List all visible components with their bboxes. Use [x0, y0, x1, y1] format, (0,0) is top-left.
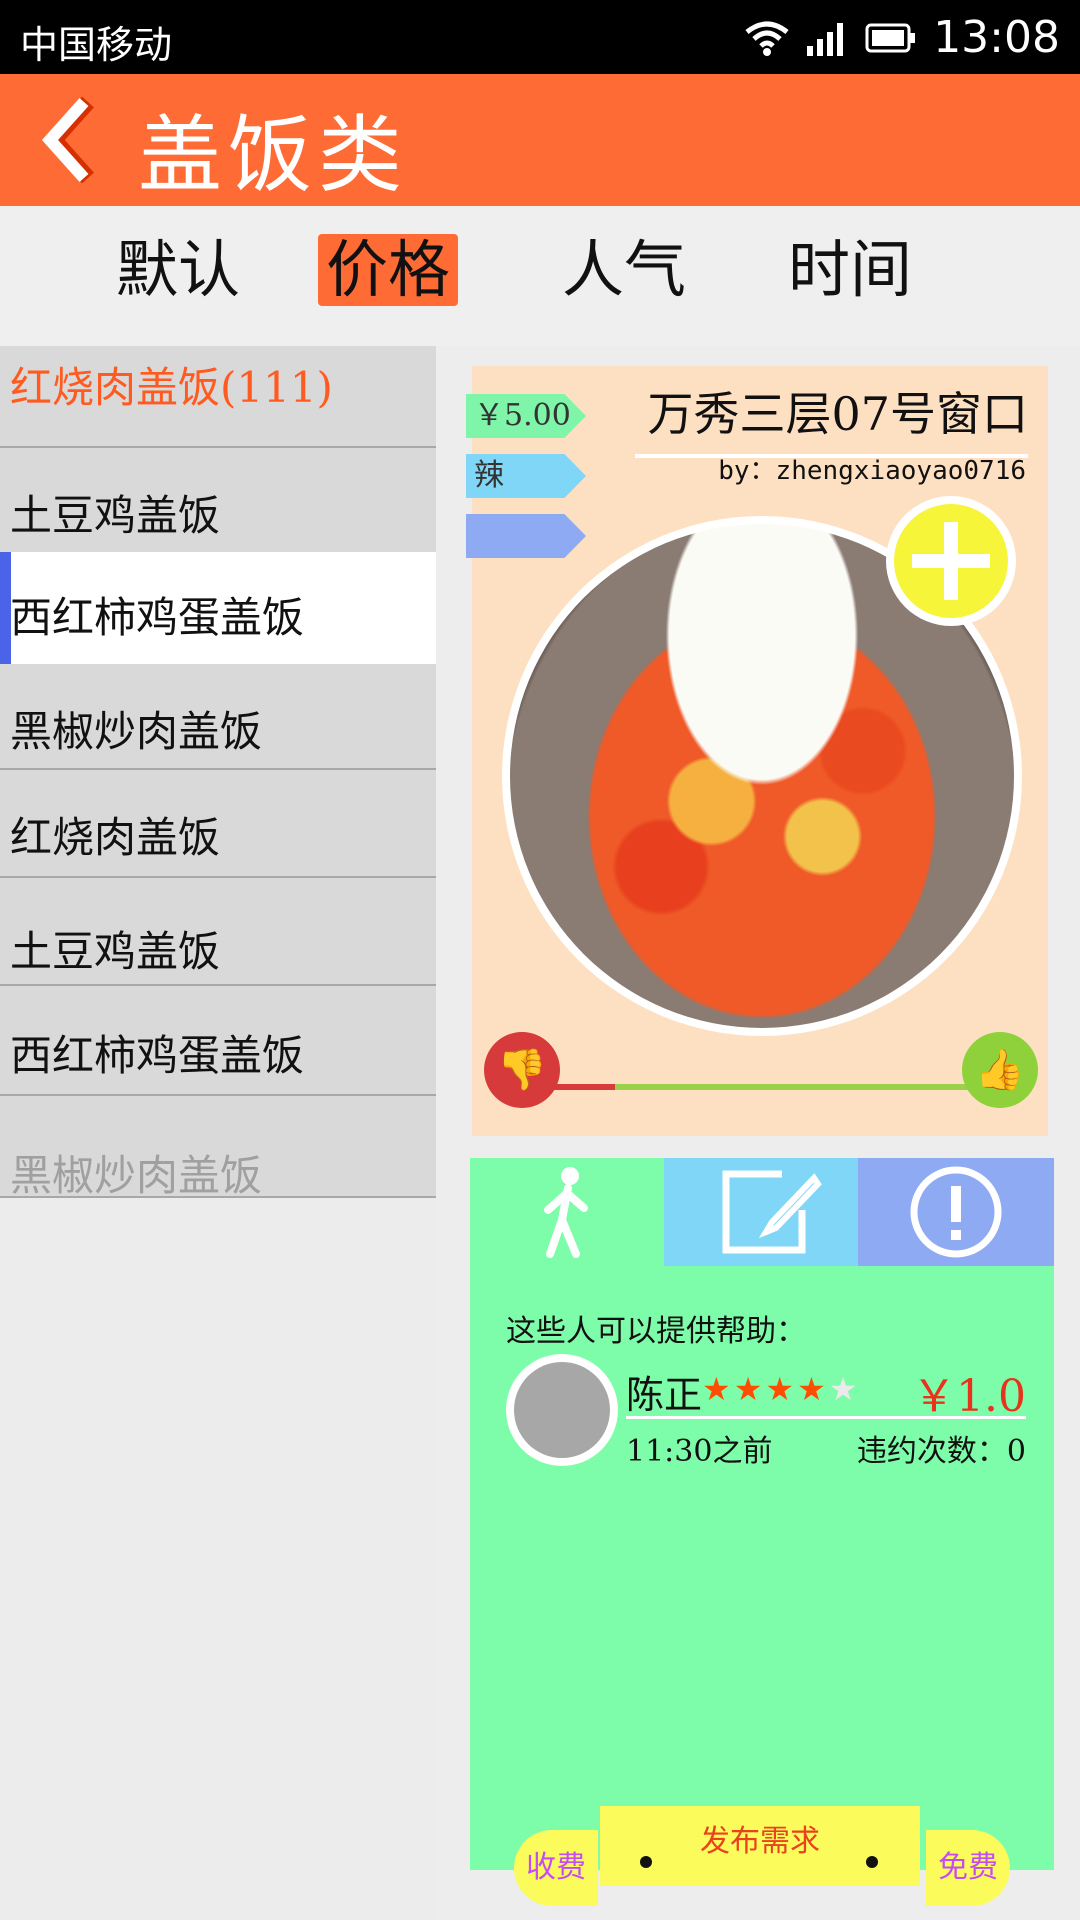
charge-button[interactable]: 收费 — [514, 1830, 598, 1906]
divider — [626, 1416, 1026, 1419]
list-item[interactable]: 土豆鸡盖饭 — [0, 448, 436, 554]
avatar[interactable] — [506, 1354, 618, 1466]
edit-icon — [722, 1170, 822, 1254]
signal-icon — [807, 22, 844, 56]
tab-time[interactable]: 时间 — [780, 234, 920, 306]
star-icon: ★ — [702, 1370, 734, 1408]
list-item[interactable]: 红烧肉盖饭(111) — [0, 346, 436, 448]
help-title: 这些人可以提供帮助： — [506, 1314, 806, 1349]
empty-tag — [466, 514, 586, 558]
shop-name: 万秀三层07号窗口 — [635, 374, 1028, 458]
star-icon: ★ — [828, 1370, 861, 1408]
alert-icon — [910, 1166, 1002, 1258]
dish-list: 红烧肉盖饭(111) 土豆鸡盖饭 西红柿鸡蛋盖饭 黑椒炒肉盖饭 红烧肉盖饭 土豆… — [0, 346, 436, 1920]
helper-name: 陈正 — [626, 1373, 703, 1417]
thumbs-up-icon[interactable]: 👍 — [962, 1032, 1038, 1108]
carrier-name: 中国移动 — [20, 23, 173, 67]
star-icon: ★ — [733, 1370, 766, 1408]
helper-fee: ￥1.0 — [912, 1371, 1026, 1422]
spicy-tag: 辣 — [466, 454, 586, 498]
app-bar: 盖饭类 — [0, 74, 1080, 206]
plus-icon — [894, 504, 1008, 618]
status-bar: 中国移动 13:08 — [0, 0, 1080, 74]
tab-report[interactable] — [858, 1158, 1054, 1266]
walking-person-icon — [544, 1167, 588, 1258]
star-icon: ★ — [797, 1370, 829, 1408]
price-tag: ￥5.00 — [466, 394, 586, 438]
list-item[interactable]: 西红柿鸡蛋盖饭 — [0, 986, 436, 1096]
free-button[interactable]: 免费 — [926, 1830, 1010, 1906]
publish-button[interactable]: 发布需求 — [600, 1806, 920, 1886]
author-label: by：zhengxiaoyao0716 — [718, 456, 1026, 486]
dot-icon — [640, 1856, 652, 1868]
tab-edit[interactable] — [664, 1158, 858, 1266]
status-icons: 13:08 — [745, 12, 1060, 63]
list-item[interactable]: 西红柿鸡蛋盖饭 — [0, 552, 436, 666]
wifi-icon — [745, 21, 789, 56]
page-title: 盖饭类 — [138, 106, 409, 204]
list-item[interactable]: 土豆鸡盖饭 — [0, 878, 436, 986]
sort-tabs: 默认 价格 人气 时间 — [0, 206, 1080, 346]
battery-icon — [865, 23, 916, 52]
list-item[interactable]: 黑椒炒肉盖饭 — [0, 1096, 436, 1200]
tab-popularity[interactable]: 人气 — [554, 234, 694, 306]
tab-walk[interactable] — [470, 1158, 664, 1266]
tab-price[interactable]: 价格 — [318, 234, 459, 306]
publish-label: 发布需求 — [700, 1824, 820, 1859]
rating-stars: ★★★★★ — [702, 1370, 860, 1408]
clock: 13:08 — [933, 12, 1060, 63]
back-arrow-icon[interactable] — [40, 96, 110, 184]
list-item[interactable]: 红烧肉盖饭 — [0, 770, 436, 878]
list-item[interactable]: 黑椒炒肉盖饭 — [0, 664, 436, 770]
dot-icon — [866, 1856, 878, 1868]
add-button[interactable] — [886, 496, 1016, 626]
help-panel: 这些人可以提供帮助： 陈正 ★★★★★ ￥1.0 11:30之前 违约次数：0 — [470, 1158, 1054, 1870]
helper-deadline: 11:30之前 — [626, 1434, 773, 1469]
star-icon: ★ — [765, 1370, 798, 1408]
vote-ratio-bar — [532, 1084, 992, 1090]
thumbs-down-icon[interactable]: 👎 — [484, 1032, 560, 1108]
breach-count: 违约次数：0 — [856, 1434, 1026, 1469]
tab-default[interactable]: 默认 — [108, 234, 248, 306]
dish-card: 万秀三层07号窗口 by：zhengxiaoyao0716 ￥5.00 辣 👎 … — [466, 366, 1048, 1136]
